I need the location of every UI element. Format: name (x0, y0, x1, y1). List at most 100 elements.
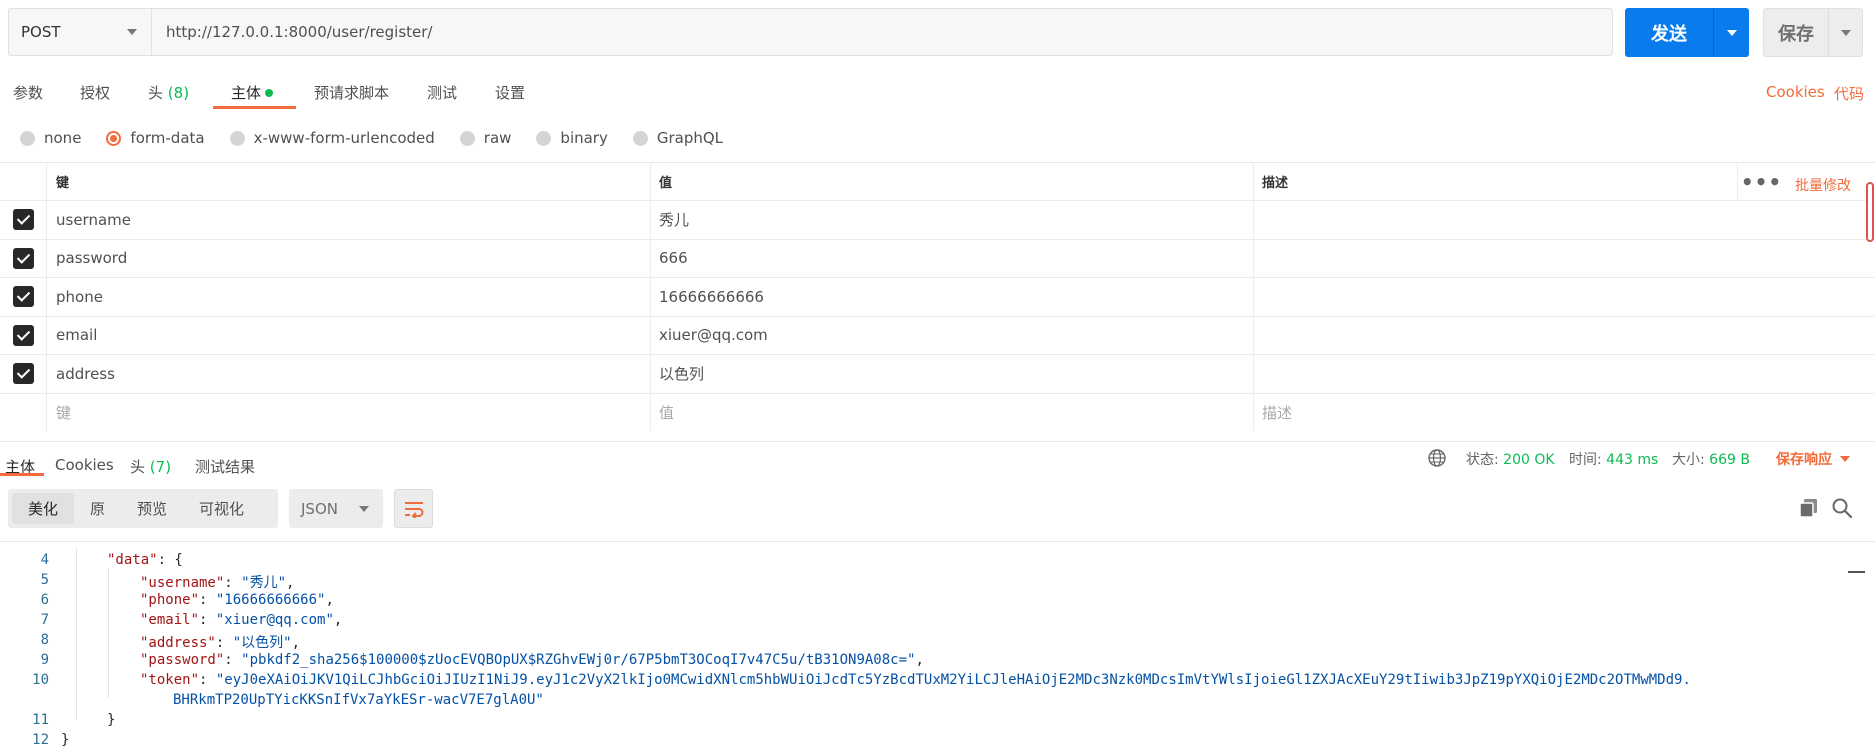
globe-icon[interactable] (1427, 448, 1447, 468)
tab-auth[interactable]: 授权 (80, 82, 110, 103)
tab-body[interactable]: 主体 (231, 82, 274, 103)
tab-tests[interactable]: 测试 (427, 82, 457, 103)
copy-icon[interactable] (1798, 497, 1820, 519)
save-label: 保存 (1778, 23, 1814, 45)
tab-headers[interactable]: 头 (8) (148, 82, 189, 103)
value-cell[interactable]: xiuer@qq.com (650, 316, 1253, 354)
request-bar: POST (8, 8, 1613, 56)
description-cell[interactable] (1253, 201, 1875, 239)
tab-prerequest-script[interactable]: 预请求脚本 (314, 82, 389, 103)
table-scrollbar[interactable] (1866, 182, 1874, 242)
minimap (1848, 571, 1865, 573)
code-link[interactable]: 代码 (1834, 83, 1864, 104)
radio-binary[interactable]: binary (536, 129, 608, 147)
body-type-selector: none form-data x-www-form-urlencoded raw… (20, 126, 748, 150)
key-cell[interactable]: phone (46, 278, 650, 316)
format-select[interactable]: JSON (289, 489, 383, 528)
code-text: } (107, 712, 116, 728)
radio-x-www-form-urlencoded[interactable]: x-www-form-urlencoded (229, 129, 435, 147)
method-label: POST (21, 23, 61, 41)
tab-settings[interactable]: 设置 (495, 82, 525, 103)
search-icon[interactable] (1831, 497, 1853, 519)
line-number: 6 (40, 592, 49, 608)
radio-label: GraphQL (656, 129, 724, 147)
size-label: 大小: (1672, 452, 1705, 468)
check-cell (0, 317, 46, 355)
url-input[interactable] (152, 9, 1612, 55)
check-cell (0, 355, 46, 393)
row-checkbox[interactable] (12, 324, 34, 346)
resp-tab-headers[interactable]: 头 (7) (130, 456, 171, 477)
send-label: 发送 (1651, 23, 1687, 45)
chevron-down-icon (359, 505, 369, 512)
resp-tab-test-results[interactable]: 测试结果 (195, 456, 255, 477)
radio-raw[interactable]: raw (459, 129, 511, 147)
key-cell[interactable]: email (46, 316, 650, 354)
key-placeholder[interactable]: 键 (46, 393, 650, 431)
chevron-down-icon (127, 29, 137, 35)
code-text: "data": { (107, 552, 183, 568)
description-cell[interactable] (1253, 355, 1875, 393)
table-row: phone 16666666666 (0, 277, 1875, 316)
radio-label: none (44, 129, 82, 147)
row-checkbox[interactable] (12, 209, 34, 231)
key-cell[interactable]: username (46, 201, 650, 239)
code-text: "address": "以色列", (140, 635, 301, 651)
save-response-button[interactable]: 保存响应 (1776, 449, 1850, 469)
description-placeholder[interactable]: 描述 (1253, 393, 1875, 431)
method-select[interactable]: POST (9, 9, 152, 55)
send-dropdown[interactable] (1713, 8, 1749, 57)
wrap-lines-icon (404, 501, 423, 518)
indent-guide (76, 548, 77, 720)
value-cell[interactable]: 16666666666 (650, 278, 1253, 316)
wrap-lines-button[interactable] (394, 489, 433, 528)
radio-graphql[interactable]: GraphQL (632, 129, 724, 147)
check-cell (0, 201, 46, 239)
resp-tab-cookies[interactable]: Cookies (55, 456, 114, 474)
description-cell[interactable] (1253, 316, 1875, 354)
code-text: "email": "xiuer@qq.com", (140, 612, 343, 628)
check-cell (0, 394, 46, 432)
line-number: 11 (32, 712, 49, 728)
radio-circle (459, 130, 475, 146)
key-cell[interactable]: password (46, 239, 650, 277)
table-row: email xiuer@qq.com (0, 315, 1875, 355)
radio-none[interactable]: none (20, 129, 81, 147)
radio-form-data[interactable]: form-data (106, 129, 205, 147)
chevron-down-icon (1840, 29, 1851, 36)
check-cell (0, 278, 46, 316)
line-number: 4 (40, 552, 49, 568)
view-pretty-button[interactable]: 美化 (12, 493, 75, 524)
view-raw-button[interactable]: 原 (74, 493, 121, 524)
save-dropdown[interactable] (1828, 9, 1862, 56)
row-checkbox[interactable] (12, 247, 34, 269)
table-row: address 以色列 (0, 354, 1875, 393)
key-cell[interactable]: address (46, 355, 650, 393)
radio-label: binary (560, 129, 608, 147)
code-text: "username": "秀儿", (140, 575, 295, 591)
code-text: "phone": "16666666666", (140, 592, 334, 608)
view-preview-button[interactable]: 预览 (121, 493, 183, 524)
tab-params[interactable]: 参数 (13, 82, 43, 103)
description-cell[interactable] (1253, 278, 1875, 316)
chevron-down-icon (1840, 456, 1850, 462)
save-button[interactable]: 保存 (1763, 8, 1863, 57)
view-visualize-button[interactable]: 可视化 (183, 493, 260, 524)
description-cell[interactable] (1253, 239, 1875, 277)
value-cell[interactable]: 秀儿 (650, 201, 1253, 239)
time-value: 443 ms (1606, 452, 1659, 468)
line-number: 5 (40, 572, 49, 588)
more-options-icon[interactable]: ••• (1737, 163, 1785, 201)
format-label: JSON (301, 499, 338, 518)
cookies-link[interactable]: Cookies (1766, 83, 1825, 101)
body-indicator-dot (265, 89, 274, 97)
send-button[interactable]: 发送 (1625, 8, 1749, 57)
value-placeholder[interactable]: 值 (650, 393, 1253, 431)
value-cell[interactable]: 666 (650, 239, 1253, 277)
row-checkbox[interactable] (12, 286, 34, 308)
value-cell[interactable]: 以色列 (650, 355, 1253, 393)
bulk-edit-link[interactable]: 批量修改 (1795, 175, 1851, 195)
row-checkbox[interactable] (12, 363, 34, 385)
resp-headers-count: (7) (149, 458, 172, 476)
resp-tab-headers-label: 头 (130, 458, 146, 476)
